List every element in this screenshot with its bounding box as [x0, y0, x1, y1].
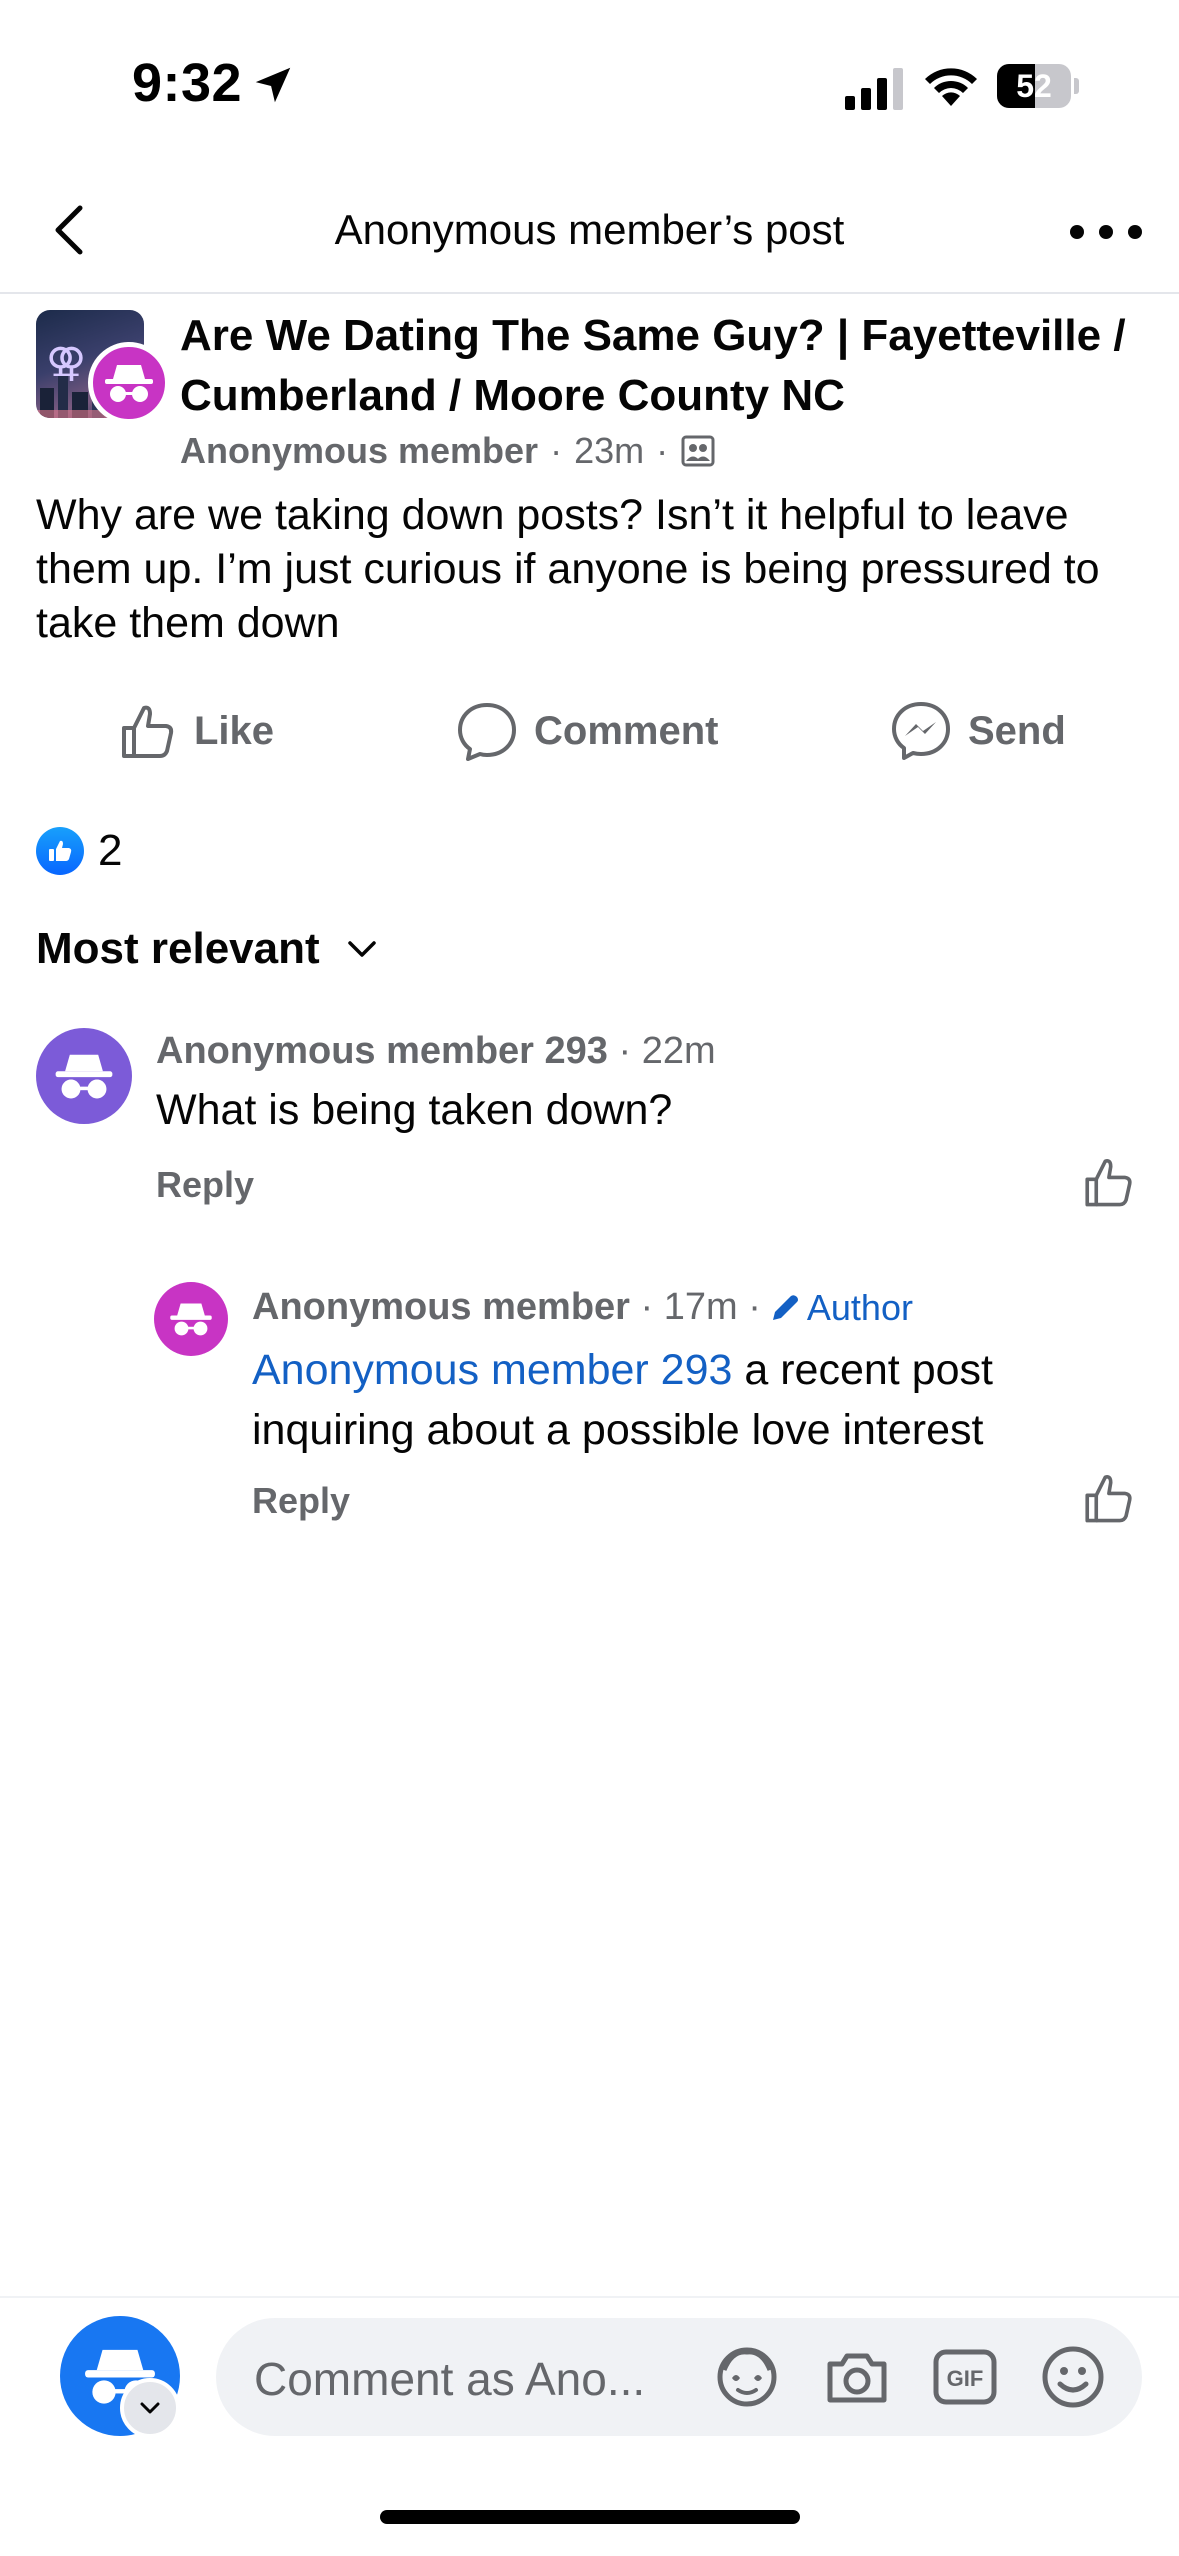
page-title: Anonymous member’s post: [334, 206, 845, 253]
author-badge: Author: [767, 1287, 913, 1329]
reply-author-avatar[interactable]: [154, 1282, 228, 1356]
comment-input[interactable]: Comment as Ano... GIF: [216, 2318, 1142, 2436]
comment-text: What is being taken down?: [156, 1086, 673, 1134]
group-name-link[interactable]: Are We Dating The Same Guy? | Fayettevil…: [180, 306, 1155, 426]
comment-time: 22m: [641, 1030, 716, 1072]
chevron-down-icon: [347, 941, 376, 957]
avatar-sticker-icon[interactable]: [710, 2340, 784, 2414]
comment-input-placeholder: Comment as Ano...: [254, 2353, 646, 2405]
post-actions: Like Comment Send: [0, 690, 1179, 772]
more-options-icon[interactable]: [1070, 200, 1142, 264]
battery-percent: 52: [1016, 68, 1052, 104]
post-time[interactable]: 23m: [574, 430, 644, 472]
status-bar: 9:32 52: [0, 0, 1179, 170]
thumbs-up-icon: [122, 705, 174, 758]
anonymous-badge-icon: [88, 342, 170, 424]
send-label: Send: [968, 708, 1066, 753]
like-reaction-icon: [36, 827, 84, 875]
comment-bubble-icon: [458, 703, 516, 761]
battery-indicator: 52: [997, 64, 1079, 108]
comment-button[interactable]: Comment: [456, 690, 718, 772]
comment-like-icon[interactable]: [1080, 1470, 1136, 1526]
reply-time: 17m: [663, 1286, 738, 1328]
pencil-icon: [772, 1294, 798, 1320]
messenger-icon: [892, 702, 950, 760]
comment-label: Comment: [534, 708, 719, 753]
identity-switch-chevron-icon[interactable]: [120, 2378, 180, 2438]
post-body: Why are we taking down posts? Isn’t it h…: [36, 491, 1100, 647]
svg-text:GIF: GIF: [947, 2366, 984, 2391]
post-author[interactable]: Anonymous member: [180, 430, 538, 472]
cellular-signal-icon: [845, 68, 903, 110]
comment-header: Anonymous member 293 · 22m: [156, 1030, 716, 1072]
anonymous-icon: [55, 1054, 113, 1099]
post-header: Anonymous member’s post: [0, 170, 1179, 294]
reply-header: Anonymous member · 17m · Author: [252, 1286, 913, 1329]
send-button[interactable]: Send: [890, 690, 1066, 772]
comment-sort-dropdown[interactable]: Most relevant: [36, 924, 380, 974]
reaction-count: 2: [98, 826, 123, 875]
mention-link[interactable]: Anonymous member 293: [252, 1346, 732, 1394]
comment-author[interactable]: Anonymous member 293: [156, 1030, 608, 1072]
members-privacy-icon: [681, 435, 715, 467]
reply-author[interactable]: Anonymous member: [252, 1286, 630, 1329]
emoji-icon[interactable]: [1036, 2340, 1110, 2414]
commenter-avatar[interactable]: [36, 1028, 132, 1124]
like-label: Like: [194, 708, 275, 753]
status-time: 9:32: [132, 53, 243, 113]
sort-label: Most relevant: [36, 924, 320, 973]
location-arrow-icon: [255, 67, 291, 103]
post-meta: Anonymous member · 23m ·: [180, 430, 716, 472]
anonymous-icon: [170, 1303, 212, 1336]
home-indicator: [380, 2510, 800, 2524]
reply-button[interactable]: Reply: [156, 1164, 254, 1206]
gif-icon[interactable]: GIF: [928, 2340, 1002, 2414]
like-button[interactable]: Like: [116, 690, 274, 772]
comment-like-icon[interactable]: [1080, 1154, 1136, 1210]
author-badge-label: Author: [806, 1286, 913, 1328]
camera-icon[interactable]: [820, 2340, 894, 2414]
reactions-summary[interactable]: 2: [36, 826, 122, 876]
reply-button[interactable]: Reply: [252, 1480, 350, 1522]
wifi-icon: [925, 68, 977, 106]
reply-text: Anonymous member 293 a recent post inqui…: [252, 1340, 1102, 1460]
